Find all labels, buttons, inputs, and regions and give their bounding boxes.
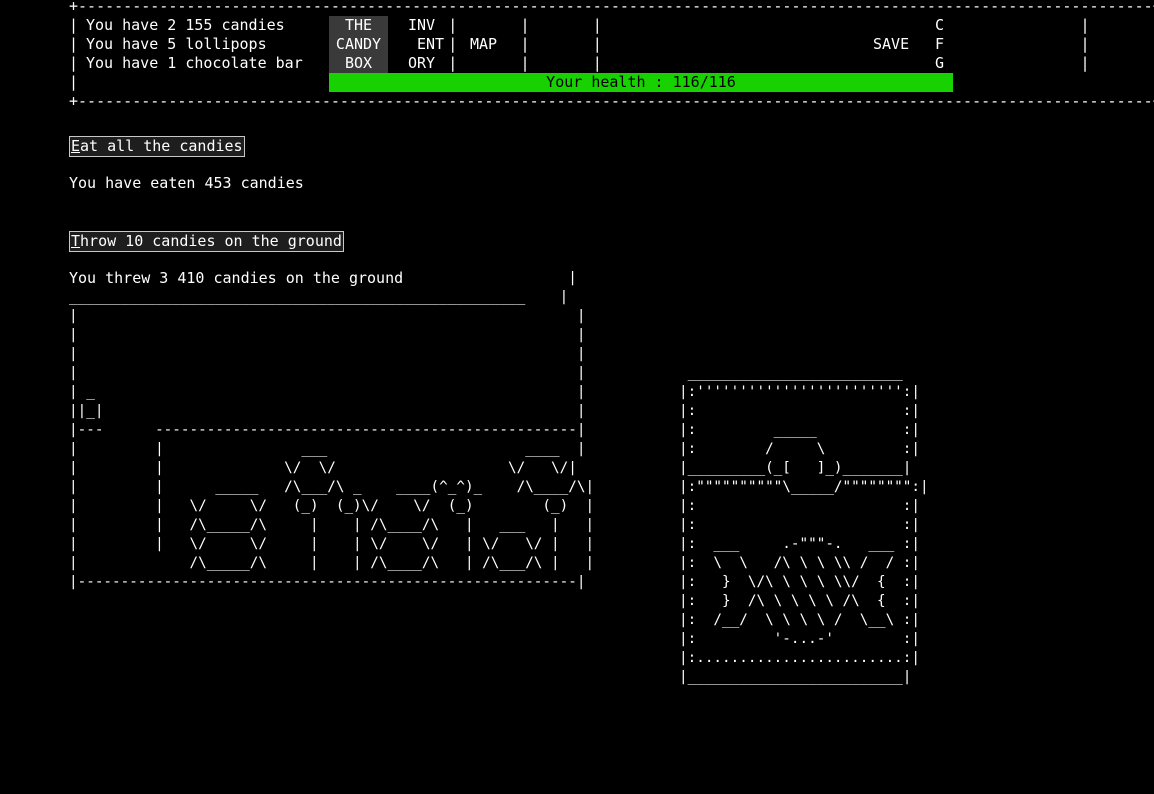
eat-candies-button-hotkey: E (71, 137, 81, 155)
tab-inventory[interactable]: INV ENT ORY (399, 16, 449, 73)
throw-candies-button-label: hrow 10 candies on the ground (80, 232, 342, 250)
tab-config[interactable]: C F G (929, 16, 949, 73)
throw-candies-button-hotkey: T (71, 232, 81, 250)
eat-candies-button[interactable]: Eat all the candies (69, 136, 245, 157)
tab-map-label: MAP (470, 35, 498, 53)
candy-box-ascii-art: _________________________ |:''''''''''''… (679, 365, 929, 685)
health-text: Your health : 116/116 (546, 73, 736, 91)
tab-candy-box-line3: BOX (344, 54, 373, 72)
topbar-border-bottom: +---------------------------------------… (69, 92, 1154, 110)
ground-ascii-art: | ______________________________________… (69, 270, 595, 590)
tab-candy-box-line1: THE (344, 16, 373, 34)
tab-candy-box-line2: CANDY (335, 35, 382, 53)
tab-inventory-line1: INV (408, 16, 436, 34)
tab-candy-box[interactable]: THE CANDY BOX (329, 16, 388, 73)
tab-save[interactable]: SAVE (865, 16, 919, 73)
topbar-border-top: +---------------------------------------… (69, 0, 1154, 15)
tab-config-line1: C (935, 16, 945, 34)
tab-map[interactable]: MAP (461, 16, 506, 73)
tab-save-label: SAVE (873, 35, 910, 53)
eaten-status: You have eaten 453 candies (69, 174, 304, 192)
tab-config-line2: F (935, 35, 945, 53)
throw-candies-button[interactable]: Throw 10 candies on the ground (69, 231, 344, 252)
eat-candies-button-label: at all the candies (80, 137, 243, 155)
candies-count: You have 2 155 candies (86, 16, 285, 34)
health-bar: Your health : 116/116 (329, 73, 953, 92)
tab-config-line3: G (935, 54, 945, 72)
lollipops-count: You have 5 lollipops (86, 35, 267, 53)
tab-inventory-line2: ENT (417, 35, 445, 53)
tab-inventory-line3: ORY (408, 54, 436, 72)
chocolate-count: You have 1 chocolate bar (86, 54, 303, 72)
